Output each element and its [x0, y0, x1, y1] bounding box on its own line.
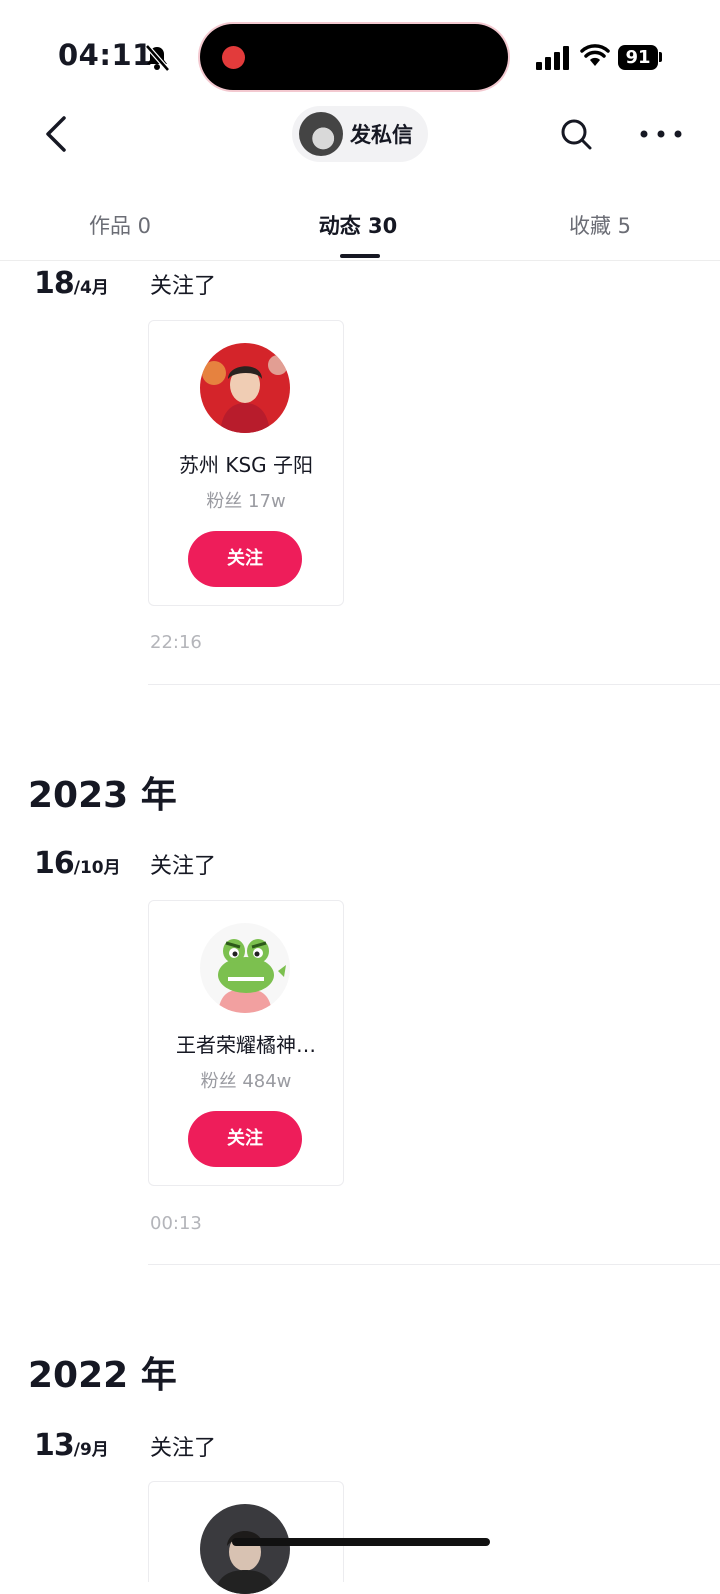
entry-date: 13/9月	[34, 1428, 109, 1463]
avatar-image	[200, 1504, 290, 1594]
user-name: 苏州 KSG 子阳	[178, 453, 314, 477]
entry-action: 关注了	[150, 1436, 217, 1461]
recording-dot-icon	[222, 46, 245, 69]
tab-moments[interactable]: 动态 30	[298, 210, 418, 240]
battery-indicator: 91	[618, 45, 658, 70]
user-card[interactable]	[148, 1481, 344, 1594]
avatar[interactable]	[200, 1504, 290, 1594]
entry-day: 16	[34, 846, 75, 881]
entry-time: 00:13	[150, 1213, 202, 1234]
entry-month: /9月	[73, 1440, 109, 1460]
avatar-image	[200, 923, 290, 1013]
entry-month: /4月	[73, 278, 109, 298]
entry-day: 18	[34, 266, 75, 301]
entry-time: 22:16	[150, 632, 202, 653]
home-indicator[interactable]	[232, 1538, 490, 1546]
fans-count: 粉丝 17w	[206, 491, 286, 512]
active-tab-underline	[340, 254, 380, 258]
status-time: 04:11	[58, 38, 153, 72]
search-icon[interactable]	[558, 116, 594, 152]
dynamic-island	[200, 24, 508, 90]
back-arrow-icon[interactable]	[38, 110, 78, 158]
cellular-signal-icon	[536, 46, 569, 70]
fans-count: 粉丝 484w	[200, 1071, 292, 1092]
private-message-label: 发私信	[350, 123, 413, 147]
tab-works[interactable]: 作品 0	[60, 210, 180, 240]
avatar[interactable]	[200, 343, 290, 433]
entry-date: 18/4月	[34, 266, 109, 301]
more-options-icon[interactable]	[638, 116, 684, 152]
tab-divider	[0, 260, 720, 261]
battery-tip	[659, 52, 662, 62]
wifi-icon	[580, 44, 610, 66]
user-card[interactable]: 王者荣耀橘神… 粉丝 484w 关注	[148, 900, 344, 1186]
entry-action: 关注了	[150, 274, 217, 299]
avatar	[299, 112, 343, 156]
entry-date: 16/10月	[34, 846, 121, 881]
user-name: 王者荣耀橘神…	[176, 1033, 316, 1057]
entry-divider	[148, 1264, 720, 1265]
entry-action: 关注了	[150, 854, 217, 879]
user-card[interactable]: 苏州 KSG 子阳 粉丝 17w 关注	[148, 320, 344, 606]
avatar-image	[200, 343, 290, 433]
tab-favorites[interactable]: 收藏 5	[540, 210, 660, 240]
avatar[interactable]	[200, 923, 290, 1013]
entry-divider	[148, 684, 720, 685]
follow-button[interactable]: 关注	[188, 1111, 302, 1167]
year-heading: 2022 年	[28, 1355, 177, 1396]
year-heading: 2023 年	[28, 775, 177, 816]
bell-muted-icon	[145, 44, 170, 72]
follow-button[interactable]: 关注	[188, 531, 302, 587]
private-message-button[interactable]: 发私信	[292, 106, 428, 162]
entry-month: /10月	[73, 858, 121, 878]
entry-day: 13	[34, 1428, 75, 1463]
